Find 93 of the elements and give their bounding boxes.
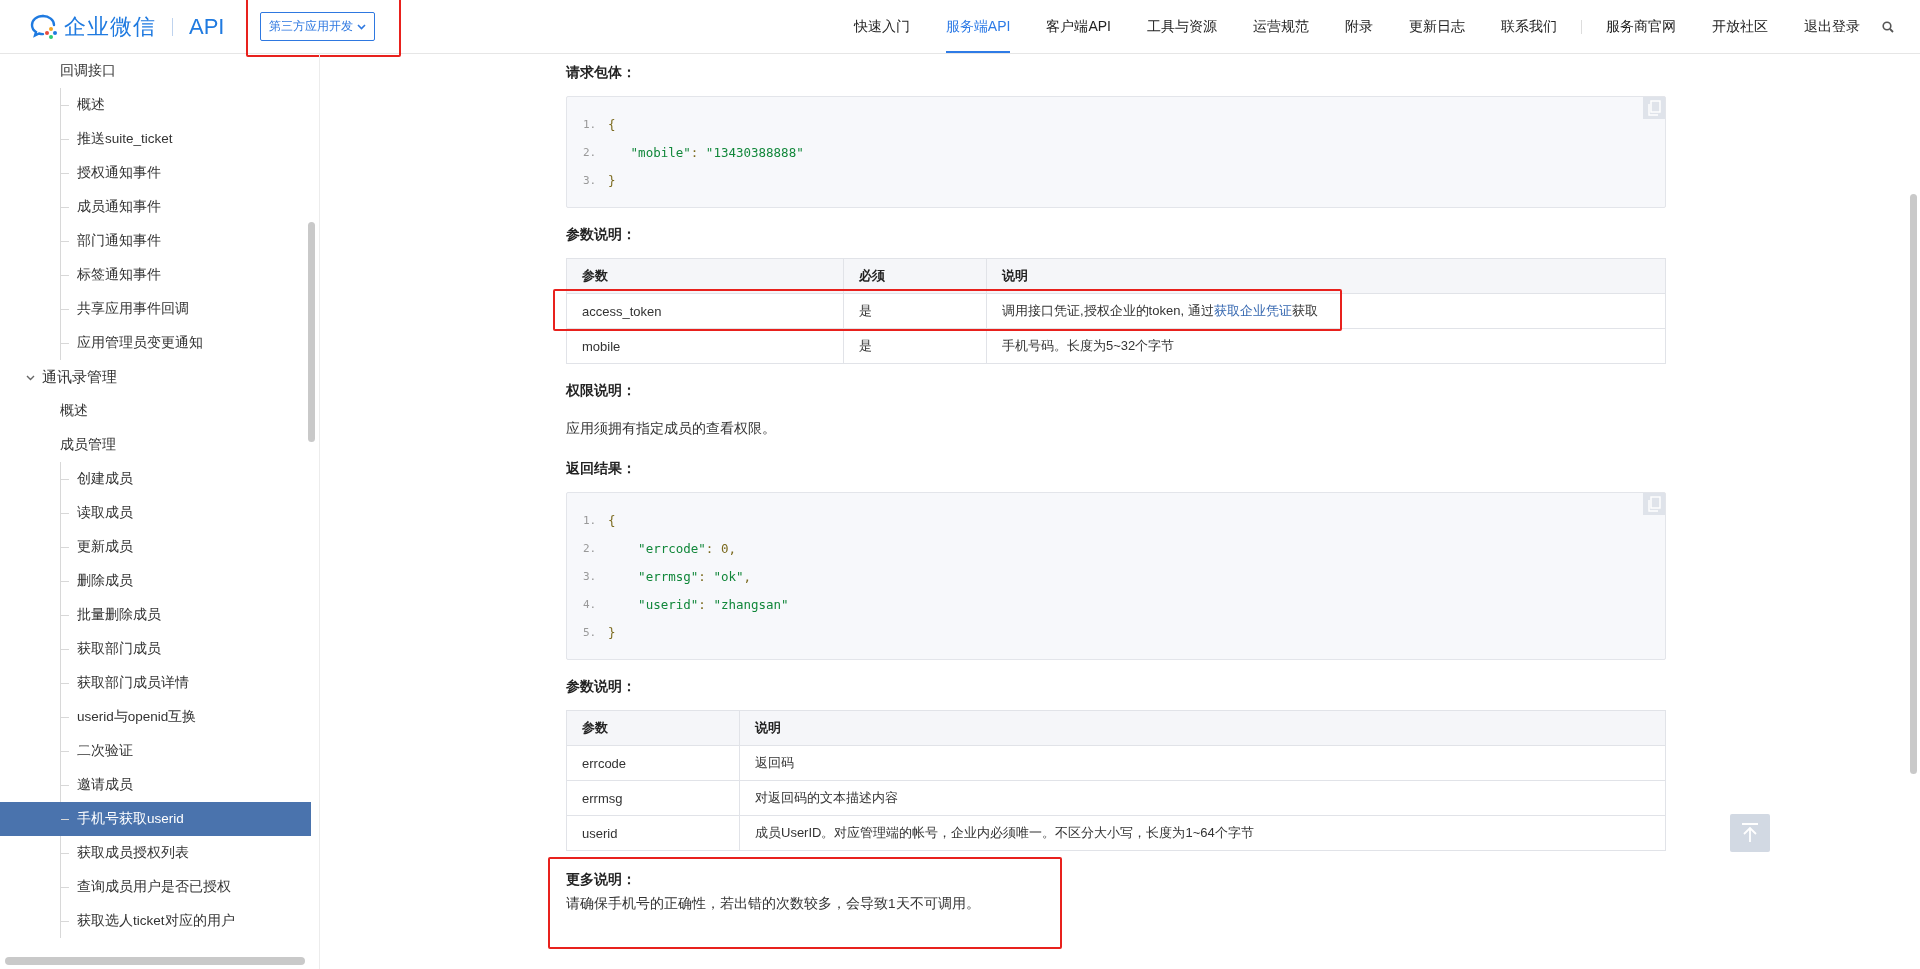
scrollbar[interactable] (5, 957, 305, 965)
product-name: API (189, 13, 225, 40)
table-cell: mobile (566, 328, 844, 364)
nav-link[interactable]: 客户端API (1046, 0, 1111, 53)
copy-icon (1647, 496, 1661, 512)
column-header: 参数 (566, 258, 844, 294)
line-number: 1. (583, 513, 598, 527)
sidebar-item[interactable]: 概述 (0, 88, 311, 122)
table-cell: errcode (566, 745, 740, 781)
sidebar-item[interactable]: userid与openid互换 (0, 700, 311, 734)
line-number: 1. (583, 117, 598, 131)
table-cell: 是 (843, 293, 987, 329)
back-to-top-button[interactable] (1730, 814, 1770, 852)
code-line: "errcode": 0, (637, 540, 736, 556)
sidebar-item[interactable]: 应用管理员变更通知 (0, 326, 311, 360)
sidebar-item[interactable]: 获取选人ticket对应的用户 (0, 904, 311, 938)
cell-text: 调用接口凭证,授权企业的token, 通过获取企业凭证获取 (1002, 303, 1318, 318)
sidebar-item[interactable]: 获取部门成员 (0, 632, 311, 666)
code-line: } (608, 172, 616, 188)
search-icon[interactable] (1882, 20, 1894, 33)
line-number: 2. (583, 541, 598, 555)
brand-name[interactable]: 企业微信 (64, 11, 156, 42)
table-cell: 对返回码的文本描述内容 (739, 780, 1666, 816)
copy-button[interactable] (1643, 493, 1665, 515)
nav-link[interactable]: 服务商官网 (1606, 0, 1676, 53)
line-number: 3. (583, 173, 598, 187)
sidebar-item[interactable]: 成员管理 (0, 428, 311, 462)
sidebar-item[interactable]: 邀请成员 (0, 768, 311, 802)
line-number: 3. (583, 569, 598, 583)
column-header: 说明 (986, 258, 1666, 294)
table-cell: 成员UserID。对应管理端的帐号，企业内必须唯一。不区分大小写，长度为1~64个字节 (739, 815, 1666, 851)
sidebar-category[interactable]: 通讯录管理 (0, 360, 311, 394)
table-cell: 手机号码。长度为5~32个字节 (986, 328, 1666, 364)
table-cell: 是 (843, 328, 987, 364)
logo-icon (30, 13, 58, 40)
column-header: 参数 (566, 710, 740, 746)
sidebar-item[interactable]: 删除成员 (0, 564, 311, 598)
sidebar-item[interactable]: 批量删除成员 (0, 598, 311, 632)
arrow-up-icon (1741, 823, 1759, 843)
section-heading: 参数说明： (566, 678, 637, 696)
sidebar-item[interactable]: 推送suite_ticket (0, 122, 311, 156)
sidebar-item[interactable]: 共享应用事件回调 (0, 292, 311, 326)
nav-link[interactable]: 开放社区 (1712, 0, 1768, 53)
nav-link[interactable]: 更新日志 (1409, 0, 1465, 53)
category-dropdown[interactable]: 第三方应用开发 (260, 12, 376, 41)
copy-icon (1647, 100, 1661, 116)
sidebar-item[interactable]: 标签通知事件 (0, 258, 311, 292)
sidebar-item[interactable]: 创建成员 (0, 462, 311, 496)
code-line: "errmsg": "ok", (637, 568, 752, 584)
sidebar-item[interactable]: 回调接口 (0, 54, 311, 88)
line-number: 5. (583, 625, 598, 639)
sidebar-item[interactable]: 更新成员 (0, 530, 311, 564)
code-line: "mobile": "13430388888" (629, 144, 804, 160)
scrollbar[interactable] (1910, 194, 1917, 774)
table-cell: errmsg (566, 780, 740, 816)
sidebar-item[interactable]: 获取成员授权列表 (0, 836, 311, 870)
doc-link[interactable]: 获取企业凭证 (1213, 303, 1292, 318)
nav-link[interactable]: 运营规范 (1253, 0, 1309, 53)
section-heading: 参数说明： (566, 226, 637, 244)
nav-link[interactable]: 快速入门 (853, 0, 910, 53)
paragraph: 应用须拥有指定成员的查看权限。 (566, 420, 777, 438)
section-heading: 更多说明： (566, 871, 637, 889)
line-number: 2. (583, 145, 598, 159)
nav-link[interactable]: 附录 (1345, 0, 1373, 53)
sidebar-item[interactable]: 获取部门成员详情 (0, 666, 311, 700)
nav-link[interactable]: 联系我们 (1501, 0, 1557, 53)
code-line: "userid": "zhangsan" (637, 596, 789, 612)
sidebar-item[interactable]: 成员通知事件 (0, 190, 311, 224)
nav-link[interactable]: 服务端API (945, 0, 1011, 53)
sidebar-item[interactable]: 读取成员 (0, 496, 311, 530)
code-line: } (608, 624, 616, 640)
section-heading: 权限说明： (566, 382, 637, 400)
sidebar-item[interactable]: 授权通知事件 (0, 156, 311, 190)
sidebar-item[interactable]: 二次验证 (0, 734, 311, 768)
nav-link[interactable]: 工具与资源 (1147, 0, 1217, 53)
line-number: 4. (583, 597, 598, 611)
column-header: 说明 (739, 710, 1666, 746)
section-heading: 请求包体： (566, 64, 637, 82)
sidebar-item[interactable]: 查询成员用户是否已授权 (0, 870, 311, 904)
code-line: { (608, 116, 616, 132)
section-heading: 返回结果： (566, 460, 637, 478)
paragraph: 请确保手机号的正确性，若出错的次数较多，会导致1天不可调用。 (566, 895, 981, 913)
caret-icon (357, 23, 367, 30)
table-cell: 返回码 (739, 745, 1666, 781)
column-header: 必须 (843, 258, 987, 294)
scrollbar[interactable] (308, 222, 315, 442)
copy-button[interactable] (1643, 97, 1665, 119)
sidebar-item[interactable]: 部门通知事件 (0, 224, 311, 258)
table-cell: userid (566, 815, 740, 851)
nav-link[interactable]: 退出登录 (1804, 0, 1860, 53)
sidebar-item[interactable]: 概述 (0, 394, 311, 428)
code-line: { (608, 512, 616, 528)
sidebar-item[interactable]: 手机号获取userid (0, 802, 311, 836)
